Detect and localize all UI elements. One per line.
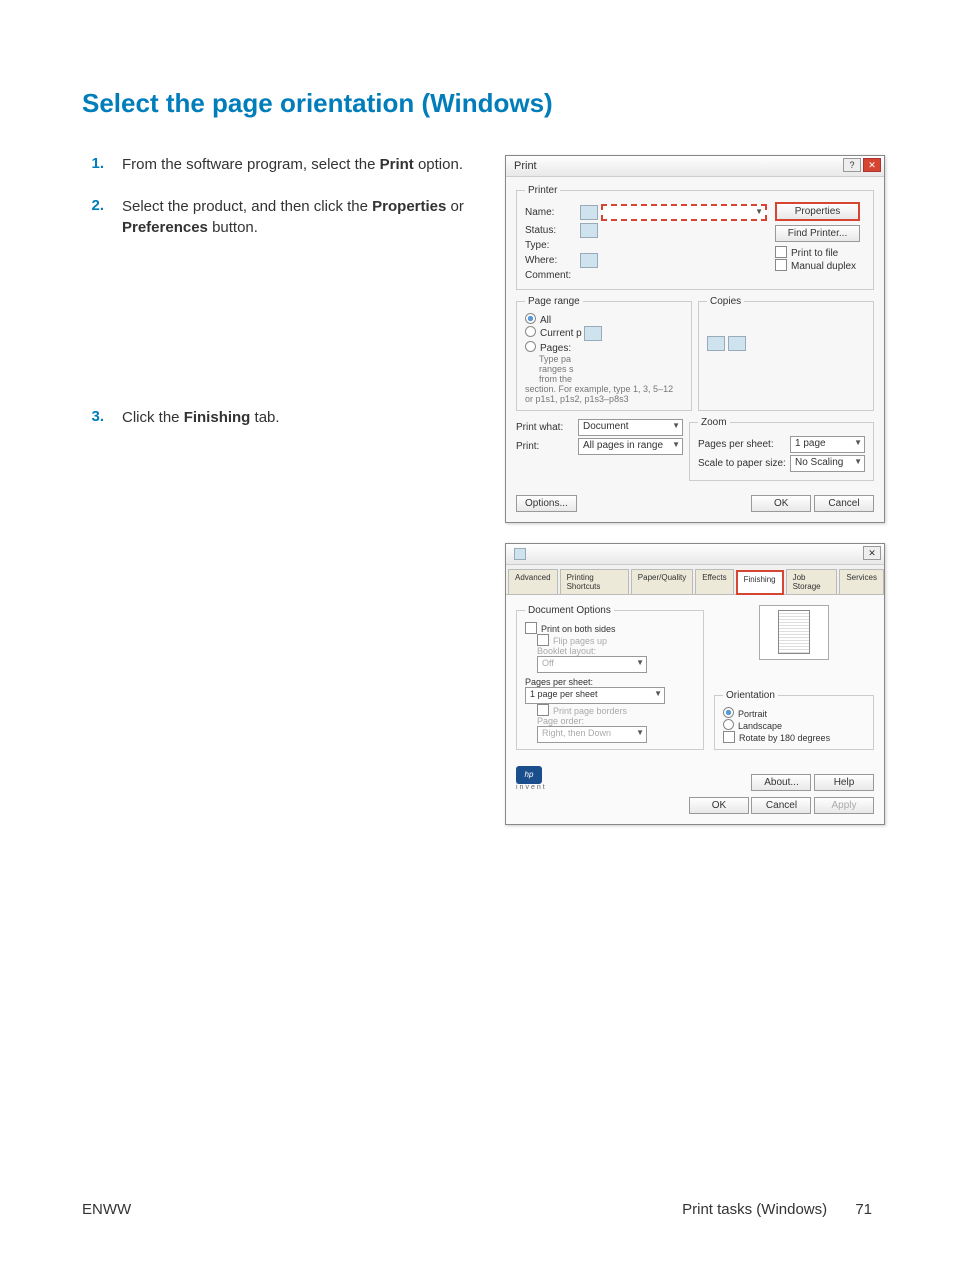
- printer-name-dropdown[interactable]: [601, 204, 767, 221]
- step-2: 2. Select the product, and then click th…: [82, 197, 477, 238]
- tab-job[interactable]: Job Storage: [786, 569, 838, 594]
- hint-line3: from the: [539, 374, 683, 384]
- type-label: Type:: [525, 240, 580, 251]
- pages-per-sheet-dropdown[interactable]: 1 page: [790, 436, 865, 453]
- where-label: Where:: [525, 255, 580, 266]
- doc-options-legend: Document Options: [525, 605, 614, 616]
- printer-icon: [514, 548, 526, 560]
- range-all-radio[interactable]: All: [525, 313, 683, 326]
- tab-finishing[interactable]: Finishing: [736, 570, 784, 595]
- print-what-label: Print what:: [516, 422, 578, 433]
- status-label: Status:: [525, 225, 580, 236]
- booklet-label: Booklet layout:: [537, 646, 695, 656]
- printer-icon: [580, 223, 598, 238]
- pps2-label: Pages per sheet:: [525, 677, 695, 687]
- properties-button[interactable]: Properties: [775, 202, 860, 221]
- printer-icon: [580, 253, 598, 268]
- footer-section: Print tasks (Windows): [682, 1201, 827, 1218]
- step-1-text: From the software program, select the Pr…: [122, 155, 463, 175]
- hp-tagline: invent: [516, 784, 547, 791]
- printer-legend: Printer: [525, 185, 560, 196]
- apply-button: Apply: [814, 797, 874, 814]
- section-heading: Select the page orientation (Windows): [82, 88, 872, 119]
- step-1-number: 1.: [82, 155, 122, 175]
- help-button[interactable]: Help: [814, 774, 874, 791]
- ok-button[interactable]: OK: [751, 495, 811, 512]
- cancel-button[interactable]: Cancel: [814, 495, 874, 512]
- close-icon[interactable]: ✕: [863, 546, 881, 560]
- page-range-legend: Page range: [525, 296, 583, 307]
- step-3-text: Click the Finishing tab.: [122, 408, 280, 428]
- flip-pages-checkbox: Flip pages up: [537, 634, 695, 646]
- tab-effects[interactable]: Effects: [695, 569, 733, 594]
- printer-icon: [707, 336, 725, 351]
- zoom-legend: Zoom: [698, 417, 730, 428]
- printer-icon: [580, 205, 598, 220]
- borders-checkbox: Print page borders: [537, 704, 695, 716]
- print-dialog: Print ? ✕ Printer Name:: [505, 155, 885, 523]
- cancel2-button[interactable]: Cancel: [751, 797, 811, 814]
- print-both-sides-checkbox[interactable]: Print on both sides: [525, 622, 695, 634]
- tab-paper[interactable]: Paper/Quality: [631, 569, 693, 594]
- manual-duplex-checkbox[interactable]: Manual duplex: [775, 259, 865, 272]
- tab-advanced[interactable]: Advanced: [508, 569, 558, 594]
- booklet-dropdown: Off: [537, 656, 647, 673]
- step-2-text: Select the product, and then click the P…: [122, 197, 477, 238]
- step-3-number: 3.: [82, 408, 122, 428]
- print-scope-dropdown[interactable]: All pages in range: [578, 438, 683, 455]
- step-2-number: 2.: [82, 197, 122, 238]
- pages-per-sheet-label: Pages per sheet:: [698, 439, 790, 450]
- range-hint: section. For example, type 1, 3, 5–12 or…: [525, 384, 683, 404]
- close-icon[interactable]: ✕: [863, 158, 881, 172]
- pps2-dropdown[interactable]: 1 page per sheet: [525, 687, 665, 704]
- ok2-button[interactable]: OK: [689, 797, 749, 814]
- hp-logo-icon: hp: [516, 766, 542, 784]
- print-what-dropdown[interactable]: Document: [578, 419, 683, 436]
- step-1: 1. From the software program, select the…: [82, 155, 477, 175]
- options-button[interactable]: Options...: [516, 495, 577, 512]
- find-printer-button[interactable]: Find Printer...: [775, 225, 860, 242]
- range-pages-radio[interactable]: Pages:: [525, 341, 683, 354]
- printer-icon: [728, 336, 746, 351]
- order-label: Page order:: [537, 716, 695, 726]
- about-button[interactable]: About...: [751, 774, 811, 791]
- hint-line1: Type pa: [539, 354, 683, 364]
- tab-services[interactable]: Services: [839, 569, 884, 594]
- page-number: 71: [855, 1201, 872, 1218]
- print-dialog-title: Print ? ✕: [506, 156, 884, 177]
- footer-left: ENWW: [82, 1201, 131, 1218]
- landscape-radio[interactable]: Landscape: [723, 719, 865, 731]
- properties-dialog-title: ✕: [506, 544, 884, 565]
- copies-legend: Copies: [707, 296, 744, 307]
- name-label: Name:: [525, 207, 580, 218]
- print-scope-label: Print:: [516, 441, 578, 452]
- properties-dialog: ✕ Advanced Printing Shortcuts Paper/Qual…: [505, 543, 885, 825]
- tab-shortcuts[interactable]: Printing Shortcuts: [560, 569, 629, 594]
- print-to-file-checkbox[interactable]: Print to file: [775, 246, 865, 259]
- comment-label: Comment:: [525, 270, 580, 281]
- step-3: 3. Click the Finishing tab.: [82, 408, 477, 428]
- scale-label: Scale to paper size:: [698, 458, 790, 469]
- order-dropdown: Right, then Down: [537, 726, 647, 743]
- printer-icon: [584, 326, 602, 341]
- portrait-radio[interactable]: Portrait: [723, 707, 865, 719]
- help-icon[interactable]: ?: [843, 158, 861, 172]
- tabs: Advanced Printing Shortcuts Paper/Qualit…: [506, 565, 884, 595]
- rotate-checkbox[interactable]: Rotate by 180 degrees: [723, 731, 865, 743]
- orientation-preview: [759, 605, 829, 660]
- scale-dropdown[interactable]: No Scaling: [790, 455, 865, 472]
- range-current-radio[interactable]: Current p: [525, 326, 683, 341]
- hint-line2: ranges s: [539, 364, 683, 374]
- orientation-legend: Orientation: [723, 690, 778, 701]
- page-footer: ENWW Print tasks (Windows) 71: [82, 1201, 872, 1218]
